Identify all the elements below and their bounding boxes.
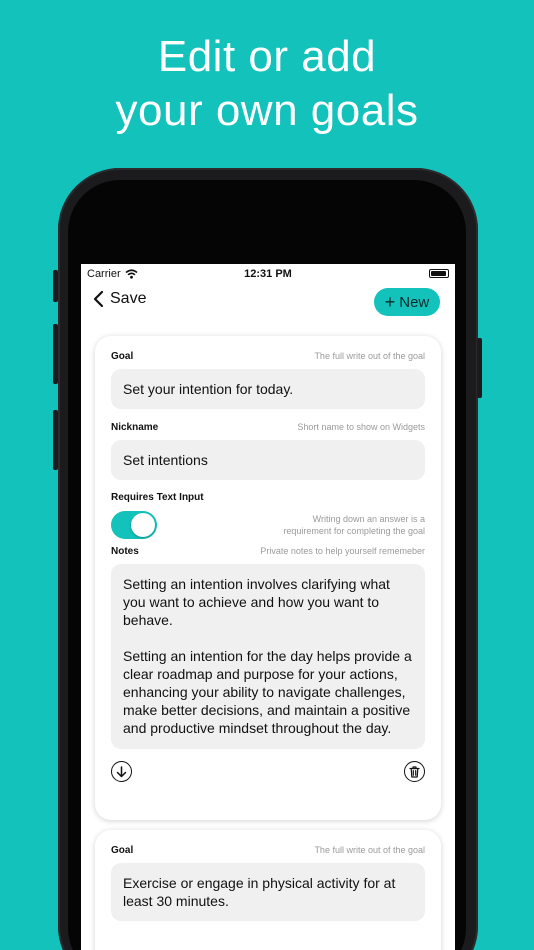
requires-text-hint: Writing down an answer is a requirement … xyxy=(283,514,425,536)
nickname-hint: Short name to show on Widgets xyxy=(297,422,425,432)
save-label: Save xyxy=(110,290,147,307)
goal-field-header: Goal The full write out of the goal xyxy=(111,350,425,362)
goal-field-header: Goal The full write out of the goal xyxy=(111,844,425,856)
phone-volume-up xyxy=(53,324,58,384)
phone-volume-down xyxy=(53,410,58,470)
arrow-down-circle-icon[interactable] xyxy=(111,761,132,782)
phone-power-button xyxy=(477,338,482,398)
headline-line-1: Edit or add xyxy=(157,32,377,81)
chevron-left-icon xyxy=(93,290,104,308)
nickname-label: Nickname xyxy=(111,422,159,433)
status-bar: Carrier 12:31 PM xyxy=(81,264,455,284)
goal-input[interactable]: Set your intention for today. xyxy=(111,369,425,409)
nickname-input[interactable]: Set intentions xyxy=(111,440,425,480)
goal-card: Goal The full write out of the goal Set … xyxy=(95,336,441,820)
battery-icon xyxy=(429,269,449,278)
status-time: 12:31 PM xyxy=(244,268,292,280)
new-label: New xyxy=(399,293,430,311)
requires-text-header: Requires Text Input xyxy=(111,492,425,503)
goal-hint: The full write out of the goal xyxy=(314,351,425,361)
requires-text-label: Requires Text Input xyxy=(111,492,204,503)
goal-label: Goal xyxy=(111,845,134,856)
goal-hint: The full write out of the goal xyxy=(314,845,425,855)
app-screen: Carrier 12:31 PM Save + New Goal The ful… xyxy=(81,264,455,950)
trash-icon[interactable] xyxy=(404,761,425,782)
notes-hint: Private notes to help yourself rememeber xyxy=(260,546,425,556)
save-back-button[interactable]: Save xyxy=(93,290,146,308)
headline-line-2: your own goals xyxy=(115,86,419,135)
nav-bar: Save + New xyxy=(81,286,455,318)
goal-card: Goal The full write out of the goal Exer… xyxy=(95,830,441,950)
goal-label: Goal xyxy=(111,351,134,362)
requires-text-row: Writing down an answer is a requirement … xyxy=(111,511,425,539)
phone-mute-switch xyxy=(53,270,58,302)
requires-text-toggle[interactable] xyxy=(111,511,157,539)
notes-textarea[interactable]: Setting an intention involves clarifying… xyxy=(111,564,425,749)
card-footer xyxy=(111,761,425,782)
goal-input[interactable]: Exercise or engage in physical activity … xyxy=(111,863,425,921)
notes-field-header: Notes Private notes to help yourself rem… xyxy=(111,545,425,557)
nickname-field-header: Nickname Short name to show on Widgets xyxy=(111,421,425,433)
headline: Edit or add your own goals xyxy=(0,30,534,138)
new-goal-button[interactable]: + New xyxy=(374,288,440,316)
notes-label: Notes xyxy=(111,546,139,557)
plus-icon: + xyxy=(384,292,396,312)
